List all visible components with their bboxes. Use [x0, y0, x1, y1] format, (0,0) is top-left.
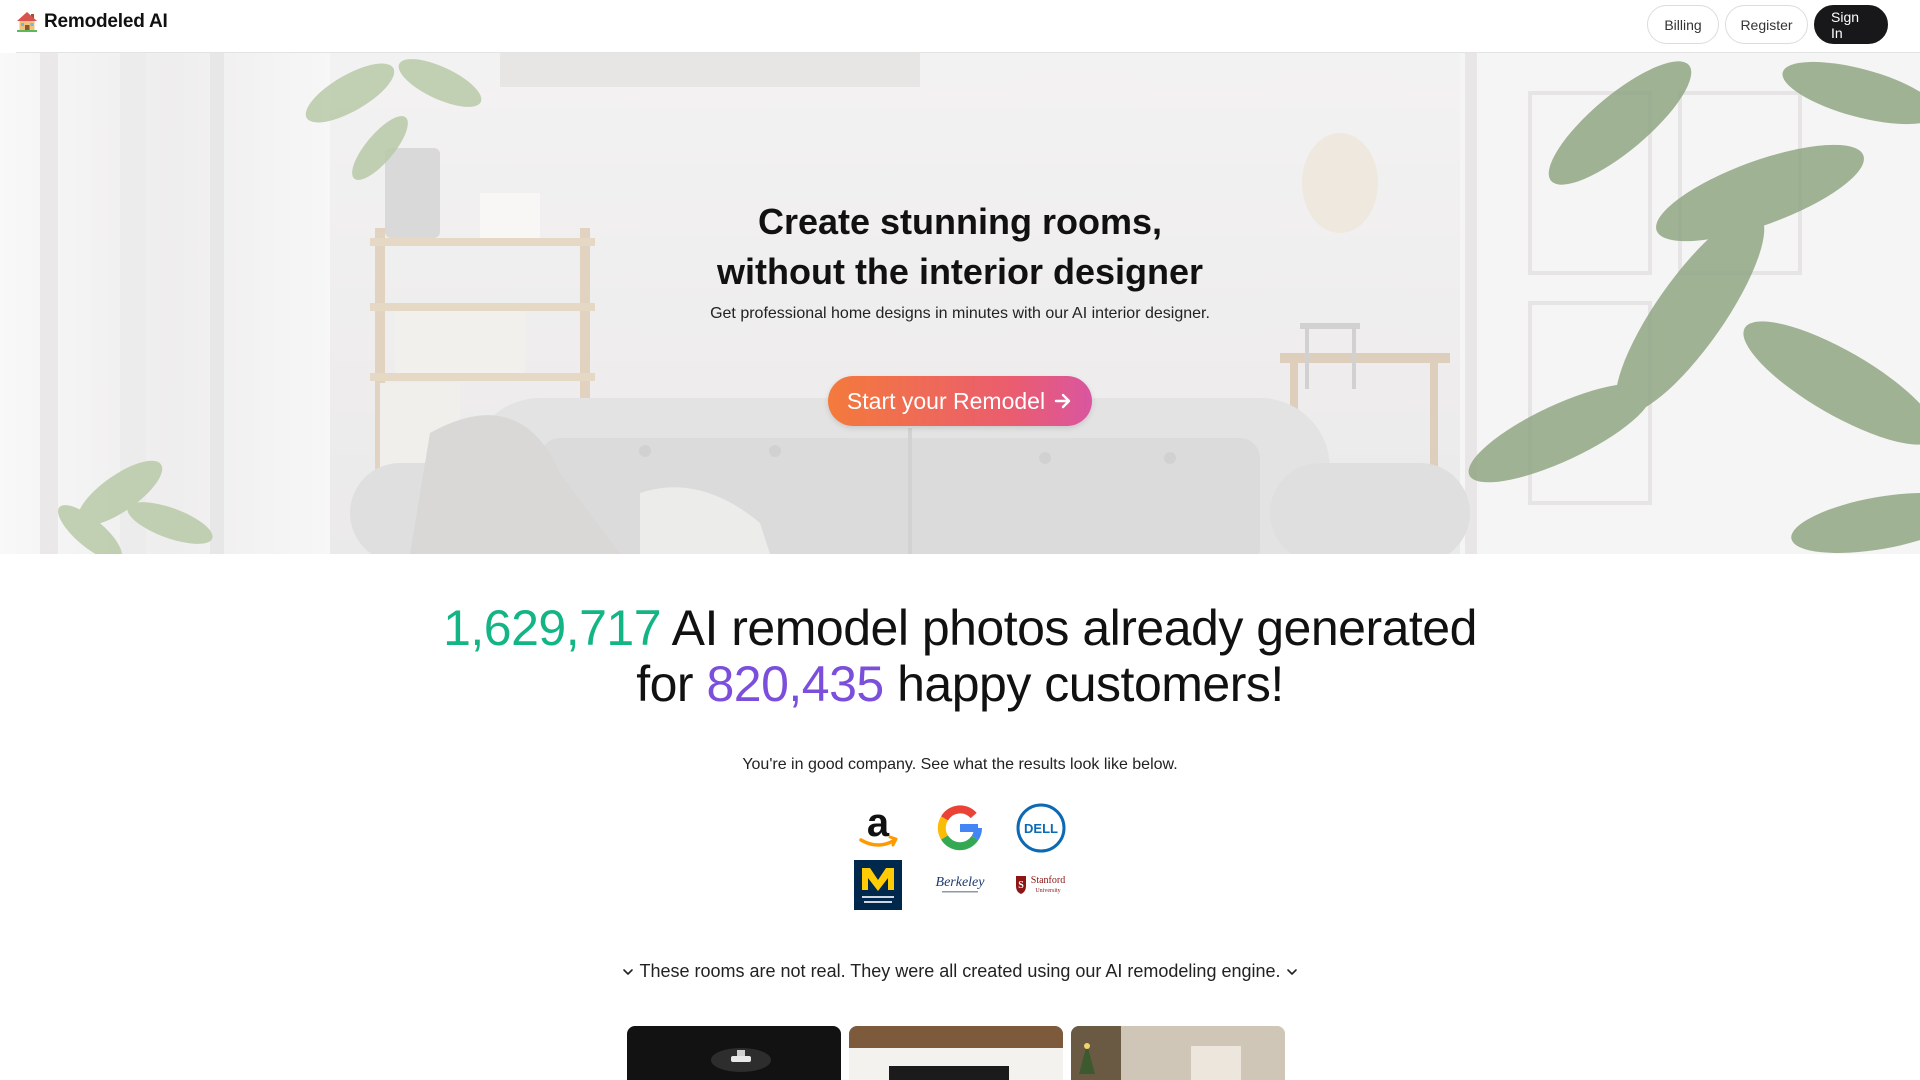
customers-text: happy customers!	[883, 656, 1284, 712]
photos-count: 1,629,717	[443, 600, 662, 656]
svg-text:University: University	[1035, 888, 1060, 894]
chevron-down-icon	[623, 968, 634, 975]
brand-name: Remodeled AI	[44, 11, 168, 32]
berkeley-logo: Berkeley	[936, 875, 986, 893]
hero-section: Create stunning rooms, without the inter…	[0, 53, 1920, 554]
start-remodel-label: Start your Remodel	[846, 387, 1046, 414]
billing-button[interactable]: Billing	[1647, 5, 1719, 44]
usage-stats-heading: 1,629,717 AI remodel photos already gene…	[0, 600, 1920, 712]
gallery-disclaimer-text: These rooms are not real. They were all …	[639, 961, 1281, 981]
good-company-text: You're in good company. See what the res…	[742, 756, 1178, 773]
house-icon	[17, 12, 37, 32]
hero-overlay	[0, 53, 1920, 554]
brand-link[interactable]: Remodeled AI	[16, 11, 168, 33]
ceiling-light-graphic	[711, 1048, 771, 1072]
customers-count: 820,435	[706, 656, 884, 712]
start-remodel-button[interactable]: Start your Remodel	[828, 376, 1092, 426]
chevron-down-icon	[1286, 968, 1297, 975]
amazon-logo: a	[859, 804, 898, 847]
hero-title: Create stunning rooms, without the inter…	[0, 197, 1920, 297]
arrow-right-icon	[1054, 393, 1071, 409]
hero-title-line-2: without the interior designer	[716, 251, 1204, 292]
warm-room-graphic	[1071, 1026, 1285, 1080]
svg-text:a: a	[867, 804, 890, 845]
gallery-image-dark-room[interactable]	[627, 1026, 841, 1080]
dell-logo: DELL	[1016, 803, 1066, 853]
gallery-disclaimer: These rooms are not real. They were all …	[0, 961, 1920, 982]
for-text: for	[636, 656, 707, 712]
photos-text: AI remodel photos already generated	[661, 600, 1478, 656]
stanford-logo: S Stanford University	[1016, 875, 1065, 894]
stats-line-1: 1,629,717 AI remodel photos already gene…	[0, 600, 1920, 656]
university-of-michigan-logo	[854, 860, 902, 910]
svg-text:Berkeley: Berkeley	[936, 875, 986, 890]
svg-text:DELL: DELL	[1024, 821, 1058, 836]
sign-in-button[interactable]: Sign In	[1814, 5, 1888, 44]
svg-text:Stanford: Stanford	[1031, 875, 1065, 886]
svg-text:S: S	[1018, 880, 1024, 891]
top-header: Remodeled AI Billing Register Sign In	[0, 0, 1920, 52]
top-nav: Billing Register Sign In	[1647, 5, 1888, 44]
stats-line-2: for 820,435 happy customers!	[0, 656, 1920, 712]
hero-title-line-1: Create stunning rooms,	[757, 201, 1163, 242]
hero-subtitle: Get professional home designs in minutes…	[710, 305, 1210, 322]
wood-ceiling-graphic	[849, 1026, 1063, 1080]
gallery-image-warm-room[interactable]	[1071, 1026, 1285, 1080]
google-logo	[937, 805, 983, 851]
gallery-image-bright-room[interactable]	[849, 1026, 1063, 1080]
register-button[interactable]: Register	[1725, 5, 1808, 44]
